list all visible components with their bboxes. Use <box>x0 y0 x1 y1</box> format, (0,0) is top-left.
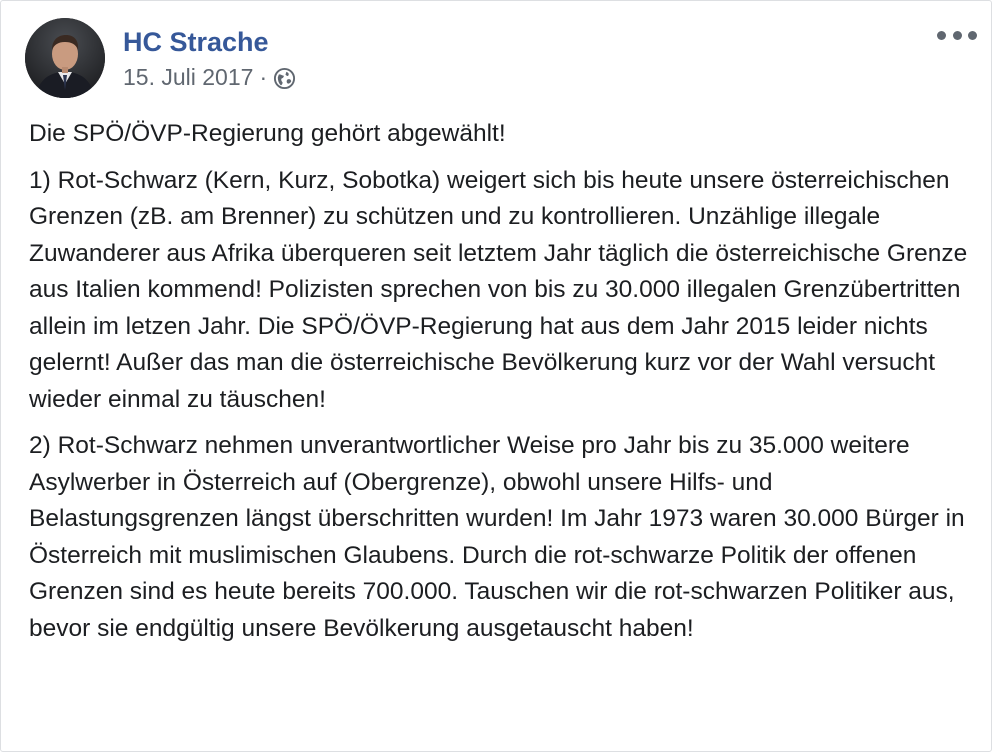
post-header: HC Strache 15. Juli 2017 · <box>25 18 296 98</box>
post-timestamp[interactable]: 15. Juli 2017 <box>123 61 253 93</box>
author-name[interactable]: HC Strache <box>123 25 296 59</box>
post-paragraph: 2) Rot-Schwarz nehmen unverantwortlicher… <box>29 432 965 642</box>
post-body: Die SPÖ/ÖVP-Regierung gehört abgewählt! … <box>29 116 974 657</box>
post-meta: HC Strache 15. Juli 2017 · <box>123 23 296 93</box>
avatar[interactable] <box>25 18 105 98</box>
dot <box>968 30 977 40</box>
separator: · <box>259 64 268 90</box>
post-paragraph: Die SPÖ/ÖVP-Regierung gehört abgewählt! <box>29 120 506 147</box>
dot <box>937 30 946 40</box>
globe-icon[interactable] <box>273 66 296 89</box>
post-paragraph: 1) Rot-Schwarz (Kern, Kurz, Sobotka) wei… <box>29 166 968 413</box>
avatar-image <box>25 18 105 98</box>
post-card: HC Strache 15. Juli 2017 · Die SPÖ/ÖVP-R <box>0 0 992 752</box>
more-options-icon[interactable] <box>937 23 977 47</box>
post-subline: 15. Juli 2017 · <box>123 61 296 93</box>
dot <box>952 30 962 40</box>
